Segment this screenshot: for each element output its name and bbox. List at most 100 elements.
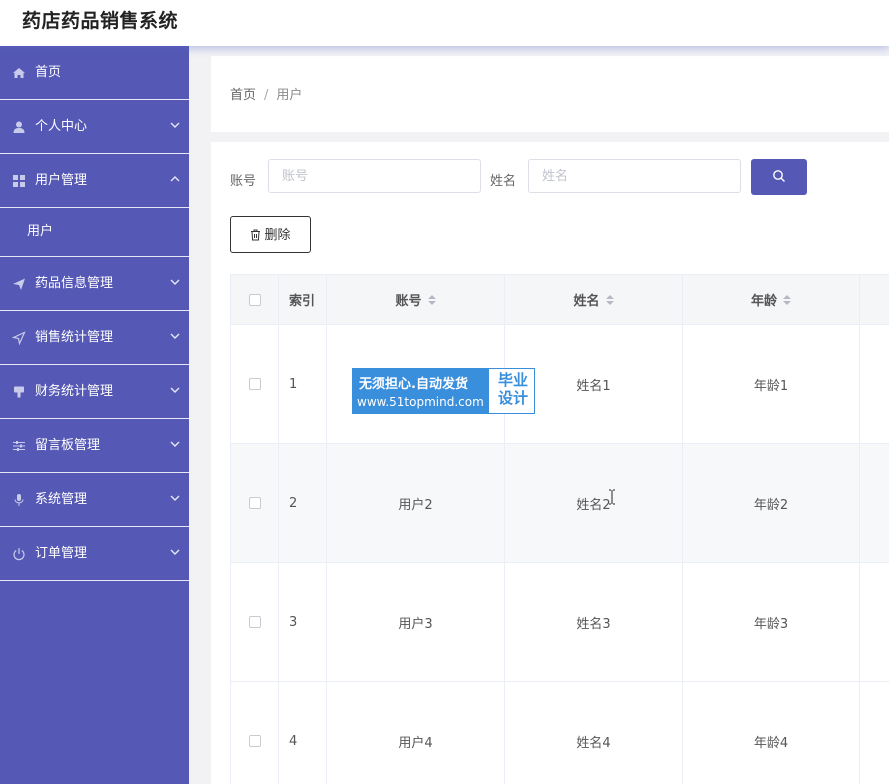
sidebar-item-label: 药品信息管理 <box>35 275 114 291</box>
sidebar-item-personal-center[interactable]: 个人中心 <box>0 100 189 154</box>
row-name: 姓名3 <box>505 563 683 682</box>
row-account: 用户4 <box>327 682 505 784</box>
user-icon <box>12 120 26 134</box>
row-checkbox-cell <box>231 682 279 784</box>
sort-icon[interactable] <box>605 294 614 305</box>
row-account: 用户2 <box>327 444 505 563</box>
sidebar-item-label: 首页 <box>35 64 62 80</box>
account-search-label: 账号 <box>230 174 257 189</box>
row-checkbox-cell <box>231 325 279 444</box>
header-checkbox-cell <box>231 275 279 325</box>
grid-icon <box>12 174 26 188</box>
chevron-up-icon <box>169 173 181 185</box>
chevron-down-icon <box>169 546 181 558</box>
sidebar-item-message-board[interactable]: 留言板管理 <box>0 419 189 473</box>
sidebar-item-label: 个人中心 <box>35 118 88 134</box>
row-index: 1 <box>279 325 327 444</box>
breadcrumb: 首页 / 用户 <box>230 84 302 103</box>
sidebar-item-user-management[interactable]: 用户管理 <box>0 154 189 208</box>
row-extra <box>860 444 889 563</box>
table-header-row: 索引 账号 姓名 年龄 <box>231 275 889 325</box>
stamp-icon <box>12 385 26 399</box>
row-checkbox[interactable] <box>248 735 261 747</box>
chevron-down-icon <box>169 276 181 288</box>
sidebar-item-orders[interactable]: 订单管理 <box>0 527 189 581</box>
watermark-side2: 设计 <box>497 389 528 407</box>
text-cursor-icon <box>608 489 616 505</box>
row-age: 年龄3 <box>683 563 860 682</box>
row-checkbox-cell <box>231 444 279 563</box>
watermark-side1: 毕业 <box>497 371 528 389</box>
table-row[interactable]: 3 用户3 姓名3 年龄3 <box>231 563 889 682</box>
sidebar: 首页 个人中心 用户管理 用户 药品信息管理 销售统计管理 财务统计管理 留言板… <box>0 46 189 784</box>
sidebar-subitem-label: 用户 <box>27 224 54 239</box>
breadcrumb-current: 用户 <box>276 88 303 103</box>
row-checkbox-cell <box>231 563 279 682</box>
header-extra <box>860 275 889 325</box>
row-checkbox[interactable] <box>248 616 261 628</box>
power-icon <box>12 547 26 561</box>
search-button[interactable] <box>751 159 807 195</box>
watermark-line1: 无须担心.自动发货 <box>359 377 468 392</box>
row-checkbox[interactable] <box>248 497 261 509</box>
chevron-down-icon <box>169 492 181 504</box>
name-search-input[interactable] <box>528 159 741 193</box>
header-name-label: 姓名 <box>573 294 600 309</box>
sidebar-item-label: 留言板管理 <box>35 437 101 453</box>
sidebar-item-drug-info[interactable]: 药品信息管理 <box>0 257 189 311</box>
row-index: 3 <box>279 563 327 682</box>
sidebar-item-sales-stats[interactable]: 销售统计管理 <box>0 311 189 365</box>
sidebar-item-system[interactable]: 系统管理 <box>0 473 189 527</box>
header-age[interactable]: 年龄 <box>683 275 860 325</box>
chevron-down-icon <box>169 438 181 450</box>
breadcrumb-separator: / <box>264 88 269 103</box>
table-row[interactable]: 4 用户4 姓名4 年龄4 <box>231 682 889 784</box>
breadcrumb-home[interactable]: 首页 <box>230 88 256 103</box>
row-extra <box>860 563 889 682</box>
home-icon <box>12 66 26 80</box>
header-age-label: 年龄 <box>750 294 777 309</box>
watermark-right: 毕业 设计 <box>493 371 533 407</box>
chevron-down-icon <box>169 119 181 131</box>
sort-icon[interactable] <box>783 294 791 305</box>
sidebar-item-label: 系统管理 <box>35 491 88 507</box>
sidebar-item-finance-stats[interactable]: 财务统计管理 <box>0 365 189 419</box>
account-search-input[interactable] <box>268 159 481 193</box>
table-row[interactable]: 2 用户2 姓名2 年龄2 <box>231 444 889 563</box>
header-name[interactable]: 姓名 <box>505 275 683 325</box>
microphone-icon <box>12 493 26 507</box>
row-name: 姓名4 <box>505 682 683 784</box>
watermark-left: 无须担心.自动发货 www.51topmind.com <box>353 369 489 413</box>
chevron-down-icon <box>169 330 181 342</box>
sidebar-item-label: 销售统计管理 <box>35 329 114 345</box>
row-index: 4 <box>279 682 327 784</box>
header-account-label: 账号 <box>395 294 422 309</box>
row-age: 年龄1 <box>683 325 860 444</box>
chevron-down-icon <box>169 384 181 396</box>
sidebar-item-home[interactable]: 首页 <box>0 46 189 100</box>
search-icon <box>772 169 786 183</box>
row-age: 年龄4 <box>683 682 860 784</box>
main-content: 账号 姓名 删除 索引 账号 姓名 年龄 1 用户1 姓名1 年龄1 <box>211 142 889 784</box>
users-table: 索引 账号 姓名 年龄 1 用户1 姓名1 年龄1 2 用户2 姓名2 年龄 2 … <box>230 274 889 784</box>
header-account[interactable]: 账号 <box>327 275 505 325</box>
navigation-icon <box>11 330 26 345</box>
sidebar-subitem-user[interactable]: 用户 <box>0 208 189 257</box>
sort-icon[interactable] <box>427 294 436 305</box>
delete-button-label: 删除 <box>264 228 291 243</box>
delete-button[interactable]: 删除 <box>230 216 311 253</box>
sidebar-item-label: 财务统计管理 <box>35 383 114 399</box>
sliders-icon <box>12 439 26 453</box>
app-title: 药店药品销售系统 <box>22 10 179 32</box>
row-checkbox[interactable] <box>248 378 261 390</box>
name-search-label: 姓名 <box>490 174 517 189</box>
row-index: 2 <box>279 444 327 563</box>
top-header: 药店药品销售系统 <box>0 0 889 46</box>
watermark-line2: www.51topmind.com <box>357 395 484 409</box>
watermark-badge: 无须担心.自动发货 www.51topmind.com 毕业 设计 <box>352 368 535 414</box>
row-account: 用户3 <box>327 563 505 682</box>
select-all-checkbox[interactable] <box>248 293 261 306</box>
sidebar-item-label: 订单管理 <box>35 545 88 561</box>
table-row[interactable]: 1 用户1 姓名1 年龄1 <box>231 325 889 444</box>
row-age: 年龄2 <box>683 444 860 563</box>
